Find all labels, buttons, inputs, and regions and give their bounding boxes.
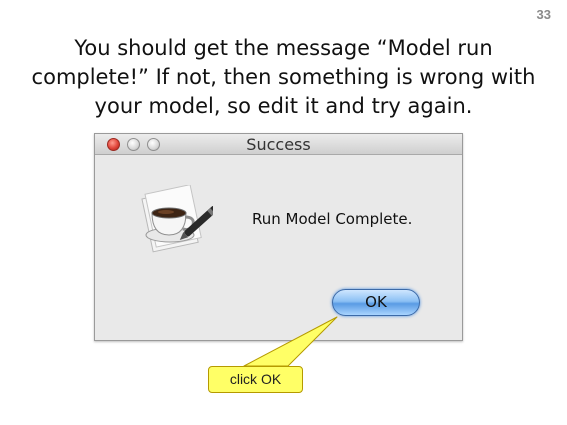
success-dialog: Success Run Model Complete. OK: [94, 133, 463, 341]
page-number: 33: [536, 7, 551, 22]
dialog-title: Success: [246, 135, 311, 154]
dialog-titlebar[interactable]: Success: [95, 134, 462, 155]
instruction-text: You should get the message “Model run co…: [31, 36, 536, 118]
ok-button[interactable]: OK: [332, 289, 420, 316]
coffee-cup-icon: [141, 185, 213, 253]
dialog-message: Run Model Complete.: [252, 210, 413, 228]
click-ok-callout: click OK: [208, 366, 303, 393]
